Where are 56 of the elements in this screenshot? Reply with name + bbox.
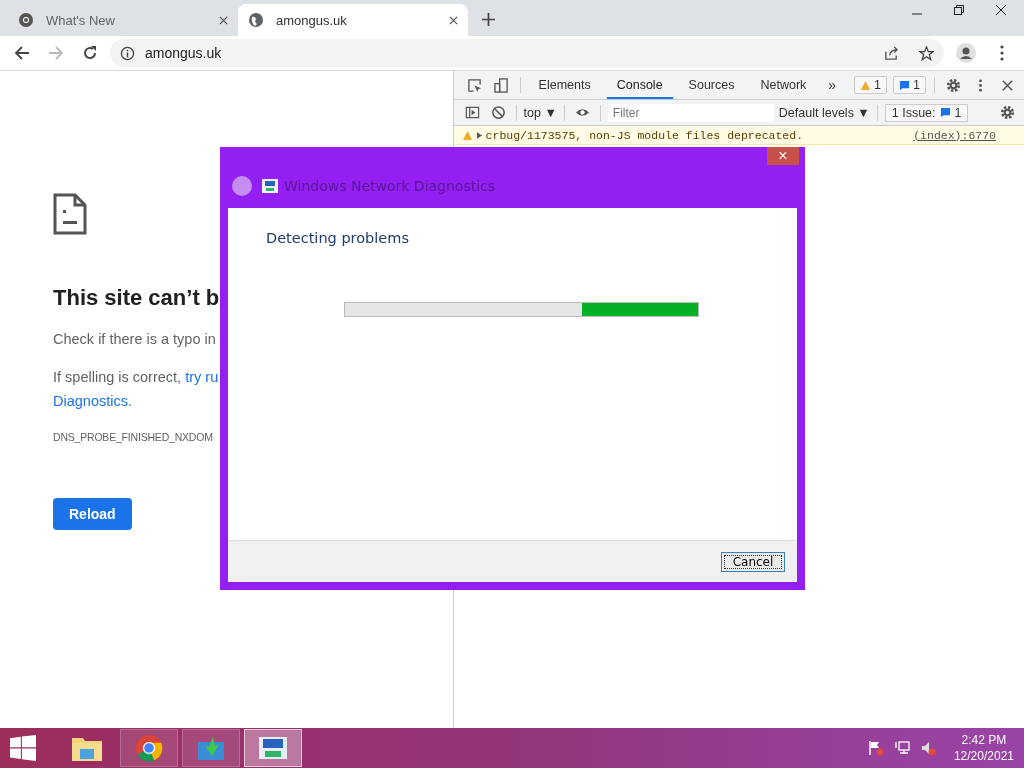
console-message: crbug/1173575, non-JS module files deprecated. <box>485 128 804 142</box>
issues-count: 1 <box>954 105 962 120</box>
share-icon[interactable] <box>884 45 899 61</box>
sad-page-icon <box>53 193 87 235</box>
network-diagnostics-icon <box>257 734 289 762</box>
address-bar[interactable]: amongus.uk <box>110 39 944 67</box>
dialog-heading: Detecting problems <box>266 230 410 246</box>
source-link[interactable]: (index):6770 <box>913 128 996 142</box>
taskbar-clock[interactable]: 2:42 PM 12/20/2021 <box>945 732 1024 764</box>
close-icon[interactable] <box>449 15 458 25</box>
new-tab-icon[interactable] <box>482 13 495 26</box>
flag-error-icon[interactable] <box>867 740 884 756</box>
windows-start-icon[interactable] <box>10 735 36 761</box>
info-icon <box>120 45 135 61</box>
taskbar-button[interactable] <box>182 729 240 767</box>
star-icon[interactable] <box>919 45 934 61</box>
info-badge[interactable]: 1 <box>893 76 926 94</box>
clock-date: 12/20/2021 <box>953 748 1014 764</box>
close-icon[interactable] <box>219 15 228 25</box>
taskbar-button[interactable] <box>244 729 302 767</box>
install-icon <box>195 734 227 762</box>
warning-icon <box>461 129 473 141</box>
message-icon <box>899 79 911 91</box>
issues-button[interactable]: 1 Issue: 1 <box>884 103 969 122</box>
globe-icon <box>248 12 264 28</box>
diagnostics-link[interactable]: Diagnostics. <box>53 393 132 409</box>
error-code: DNS_PROBE_FINISHED_NXDOM <box>53 431 214 443</box>
browser-tab[interactable]: amongus.uk <box>238 4 468 36</box>
warning-badge[interactable]: 1 <box>854 76 888 94</box>
typo-hint: Check if there is a typo in <box>53 331 217 347</box>
warning-icon <box>860 79 872 91</box>
message-icon <box>939 107 951 118</box>
dialog-close-button[interactable]: × <box>767 147 799 165</box>
browser-tab[interactable]: What's New <box>8 4 238 36</box>
taskbar-button[interactable] <box>120 729 178 767</box>
devtools-tab[interactable]: Sources <box>678 71 745 99</box>
volume-muted-icon[interactable] <box>919 740 936 756</box>
expand-icon[interactable] <box>476 131 482 139</box>
devtools-tab[interactable]: Network <box>750 71 817 99</box>
network-diagnostics-icon <box>262 178 278 193</box>
error-heading: This site can’t b <box>53 285 221 311</box>
diagnostics-link[interactable]: try ru <box>185 369 219 385</box>
clock-time: 2:42 PM <box>961 732 1007 748</box>
dialog-title: Windows Network Diagnostics <box>284 177 496 194</box>
spelling-hint: If spelling is correct, <box>53 369 183 385</box>
warning-count: 1 <box>874 78 882 92</box>
levels-dropdown[interactable]: Default levels ▼ <box>778 105 870 120</box>
reload-button[interactable]: Reload <box>53 498 132 530</box>
network-error-icon[interactable] <box>893 740 910 756</box>
devtools-tab[interactable]: Elements <box>528 71 601 99</box>
filter-field[interactable]: Filter <box>607 103 774 122</box>
info-count: 1 <box>913 78 920 92</box>
context-dropdown[interactable]: top ▼ <box>523 105 557 120</box>
issues-label: 1 Issue: <box>891 105 936 120</box>
more-tabs[interactable]: » <box>822 77 843 93</box>
cancel-button[interactable]: Cancel <box>721 551 785 572</box>
